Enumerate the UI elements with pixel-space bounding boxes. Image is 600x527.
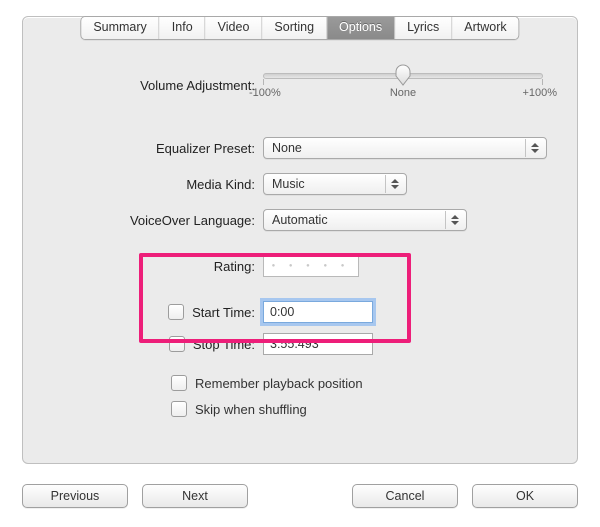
rating-control[interactable]: ● ● ● ● ●: [263, 255, 359, 277]
chevron-updown-icon: [525, 139, 544, 157]
tab-options[interactable]: Options: [327, 17, 395, 39]
tab-info[interactable]: Info: [160, 17, 206, 39]
start-time-label: Start Time:: [192, 305, 255, 320]
skip-checkbox[interactable]: [171, 401, 187, 417]
tab-sorting[interactable]: Sorting: [262, 17, 327, 39]
volume-slider[interactable]: -100% None +100%: [263, 65, 543, 105]
previous-button[interactable]: Previous: [22, 484, 128, 508]
skip-label: Skip when shuffling: [195, 402, 307, 417]
media-select[interactable]: Music: [263, 173, 407, 195]
tab-video[interactable]: Video: [206, 17, 263, 39]
ok-button[interactable]: OK: [472, 484, 578, 508]
start-time-value: 0:00: [270, 305, 294, 319]
stop-time-checkbox[interactable]: [169, 336, 185, 352]
start-time-input[interactable]: 0:00: [263, 301, 373, 323]
media-value: Music: [272, 177, 305, 191]
stop-time-label: Stop Time:: [193, 337, 255, 352]
eq-value: None: [272, 141, 302, 155]
slider-min-label: -100%: [249, 87, 281, 99]
cancel-button[interactable]: Cancel: [352, 484, 458, 508]
remember-label: Remember playback position: [195, 376, 363, 391]
chevron-updown-icon: [445, 211, 464, 229]
remember-checkbox[interactable]: [171, 375, 187, 391]
voice-value: Automatic: [272, 213, 328, 227]
start-time-checkbox[interactable]: [168, 304, 184, 320]
stop-time-input[interactable]: 3:55.493: [263, 333, 373, 355]
volume-label: Volume Adjustment:: [43, 78, 263, 93]
tab-lyrics[interactable]: Lyrics: [395, 17, 452, 39]
slider-max-label: +100%: [522, 87, 557, 99]
next-button[interactable]: Next: [142, 484, 248, 508]
stop-time-value: 3:55.493: [270, 337, 319, 351]
button-bar: Previous Next Cancel OK: [22, 481, 578, 511]
options-panel: Summary Info Video Sorting Options Lyric…: [22, 16, 578, 464]
media-label: Media Kind:: [43, 177, 263, 192]
chevron-updown-icon: [385, 175, 404, 193]
tab-strip: Summary Info Video Sorting Options Lyric…: [80, 16, 519, 40]
voice-select[interactable]: Automatic: [263, 209, 467, 231]
options-form: Volume Adjustment: -100% None +100% Equa…: [23, 65, 577, 427]
slider-mid-label: None: [390, 87, 416, 99]
voice-label: VoiceOver Language:: [43, 213, 263, 228]
eq-select[interactable]: None: [263, 137, 547, 159]
eq-label: Equalizer Preset:: [43, 141, 263, 156]
tab-summary[interactable]: Summary: [81, 17, 159, 39]
tab-artwork[interactable]: Artwork: [452, 17, 518, 39]
rating-label: Rating:: [43, 259, 263, 274]
